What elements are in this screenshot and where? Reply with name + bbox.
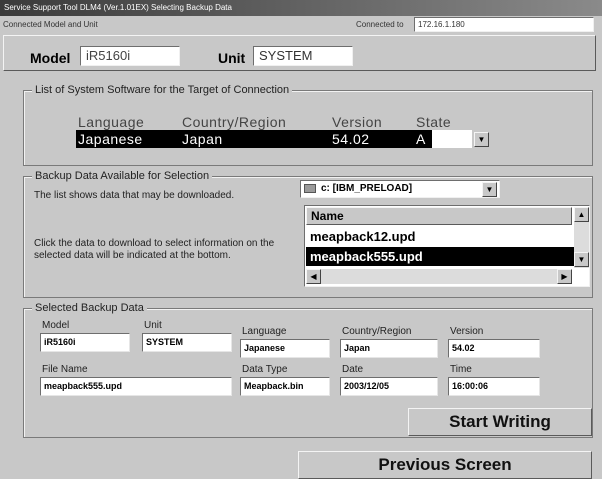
connected-to-label: Connected to: [356, 20, 404, 29]
sel-datatype-label: Data Type: [242, 364, 288, 375]
model-field: iR5160i: [80, 46, 180, 66]
state-select[interactable]: [432, 130, 472, 148]
column-state: State: [416, 114, 452, 130]
system-software-row[interactable]: Japanese Japan 54.02 A: [76, 130, 432, 148]
state-dropdown-arrow-icon[interactable]: ▼: [474, 132, 489, 147]
scroll-right-icon[interactable]: ▶: [557, 269, 572, 284]
selected-title: Selected Backup Data: [32, 302, 147, 315]
sel-filename-field: meapback555.upd: [40, 377, 232, 396]
system-software-title: List of System Software for the Target o…: [32, 84, 293, 97]
unit-field: SYSTEM: [253, 46, 353, 66]
column-country: Country/Region: [182, 114, 287, 130]
sel-version-field: 54.02: [448, 339, 540, 358]
sel-country-field: Japan: [340, 339, 438, 358]
row-version: 54.02: [332, 131, 370, 147]
sel-language-label: Language: [242, 326, 287, 337]
sel-time-label: Time: [450, 364, 472, 375]
model-label: Model: [30, 50, 71, 66]
drive-select[interactable]: c: [IBM_PRELOAD]: [300, 180, 500, 198]
drive-icon: [304, 184, 316, 193]
list-item[interactable]: meapback12.upd: [306, 227, 576, 246]
list-item-selected[interactable]: meapback555.upd: [306, 247, 576, 266]
sel-version-label: Version: [450, 326, 484, 337]
sel-date-field: 2003/12/05: [340, 377, 438, 396]
connected-to-field: 172.16.1.180: [414, 17, 594, 32]
sel-unit-field: SYSTEM: [142, 333, 232, 352]
sel-time-field: 16:00:06: [448, 377, 540, 396]
drive-dropdown-arrow-icon[interactable]: ▼: [482, 182, 497, 197]
previous-screen-button[interactable]: Previous Screen: [298, 451, 592, 479]
drive-value: c: [IBM_PRELOAD]: [321, 183, 413, 194]
scroll-left-icon[interactable]: ◀: [306, 269, 321, 284]
sel-filename-label: File Name: [42, 364, 88, 375]
sel-country-label: Country/Region: [342, 326, 412, 337]
backup-title: Backup Data Available for Selection: [32, 170, 213, 183]
sel-model-field: iR5160i: [40, 333, 130, 352]
sel-unit-label: Unit: [144, 320, 162, 331]
row-state: A: [416, 131, 426, 147]
backup-description-2: Click the data to download to select inf…: [34, 238, 275, 261]
scroll-up-icon[interactable]: ▲: [574, 207, 589, 222]
list-header-name[interactable]: Name: [306, 207, 572, 225]
sel-language-field: Japanese: [240, 339, 330, 358]
window-title: Service Support Tool DLM4 (Ver.1.01EX) S…: [0, 0, 602, 16]
connection-heading: Connected Model and Unit: [3, 20, 98, 29]
column-version: Version: [332, 114, 383, 130]
horizontal-scrollbar[interactable]: [306, 269, 572, 284]
row-language: Japanese: [78, 131, 143, 147]
unit-label: Unit: [218, 50, 246, 66]
column-language: Language: [78, 114, 145, 130]
scroll-down-icon[interactable]: ▼: [574, 252, 589, 267]
sel-datatype-field: Meapback.bin: [240, 377, 330, 396]
row-country: Japan: [182, 131, 223, 147]
backup-description-1: The list shows data that may be download…: [34, 190, 235, 201]
sel-model-label: Model: [42, 320, 70, 331]
sel-date-label: Date: [342, 364, 364, 375]
start-writing-button[interactable]: Start Writing: [408, 408, 592, 436]
